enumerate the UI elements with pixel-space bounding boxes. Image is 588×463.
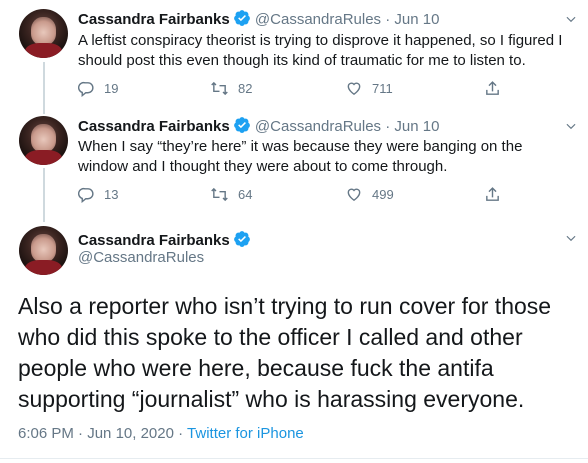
chevron-down-icon[interactable] (564, 12, 578, 26)
author-handle[interactable]: @CassandraRules (255, 118, 381, 135)
avatar[interactable] (19, 226, 68, 275)
tweet-time[interactable]: 6:06 PM (18, 425, 74, 442)
verified-badge-icon (233, 9, 251, 33)
share-icon (486, 187, 499, 201)
reply-button[interactable]: 19 (78, 80, 118, 97)
share-button[interactable] (484, 80, 501, 97)
tweet-text: When I say “they’re here” it was because… (78, 138, 523, 175)
retweet-button[interactable]: 82 (210, 80, 252, 97)
divider (0, 458, 588, 459)
retweet-count: 82 (238, 81, 253, 96)
avatar[interactable] (19, 9, 68, 58)
main-tweet-text: Also a reporter who isn’t trying to run … (18, 293, 552, 412)
retweet-icon (211, 81, 228, 96)
separator: · (385, 11, 391, 28)
author-handle[interactable]: @CassandraRules (78, 249, 204, 266)
share-icon (486, 81, 499, 95)
reply-icon (78, 187, 94, 203)
like-button[interactable]: 499 (345, 186, 394, 203)
author-name[interactable]: Cassandra Fairbanks (78, 118, 230, 135)
separator: · (385, 118, 391, 135)
author-name[interactable]: Cassandra Fairbanks (78, 11, 230, 28)
chevron-down-icon[interactable] (564, 231, 578, 245)
tweet-date[interactable]: Jun 10 (394, 118, 439, 135)
tweet-text: A leftist conspiracy theorist is trying … (78, 32, 563, 69)
reply-icon (78, 81, 94, 97)
retweet-icon (211, 187, 228, 202)
reply-count: 13 (104, 187, 119, 202)
separator: · (178, 425, 184, 442)
like-count: 499 (372, 187, 394, 202)
reply-button[interactable]: 13 (78, 186, 118, 203)
chevron-down-icon[interactable] (564, 119, 578, 133)
heart-icon (347, 82, 361, 96)
like-button[interactable]: 711 (345, 80, 393, 97)
author-name[interactable]: Cassandra Fairbanks (78, 232, 230, 249)
author-handle[interactable]: @CassandraRules (255, 11, 381, 28)
retweet-count: 64 (238, 187, 253, 202)
thread-line (43, 62, 45, 114)
like-count: 711 (372, 81, 393, 96)
reply-count: 19 (104, 81, 119, 96)
avatar[interactable] (19, 116, 68, 165)
heart-icon (347, 188, 361, 202)
verified-badge-icon (233, 230, 251, 252)
retweet-button[interactable]: 64 (210, 186, 252, 203)
tweet-source-link[interactable]: Twitter for iPhone (187, 425, 304, 442)
tweet-header: Cassandra Fairbanks @CassandraRules · Ju… (78, 9, 439, 33)
separator: · (78, 425, 84, 442)
tweet-meta: 6:06 PM · Jun 10, 2020 · Twitter for iPh… (18, 425, 304, 442)
share-button[interactable] (484, 186, 501, 203)
tweet-date[interactable]: Jun 10, 2020 (87, 425, 174, 442)
thread-line (43, 168, 45, 222)
tweet-date[interactable]: Jun 10 (394, 11, 439, 28)
